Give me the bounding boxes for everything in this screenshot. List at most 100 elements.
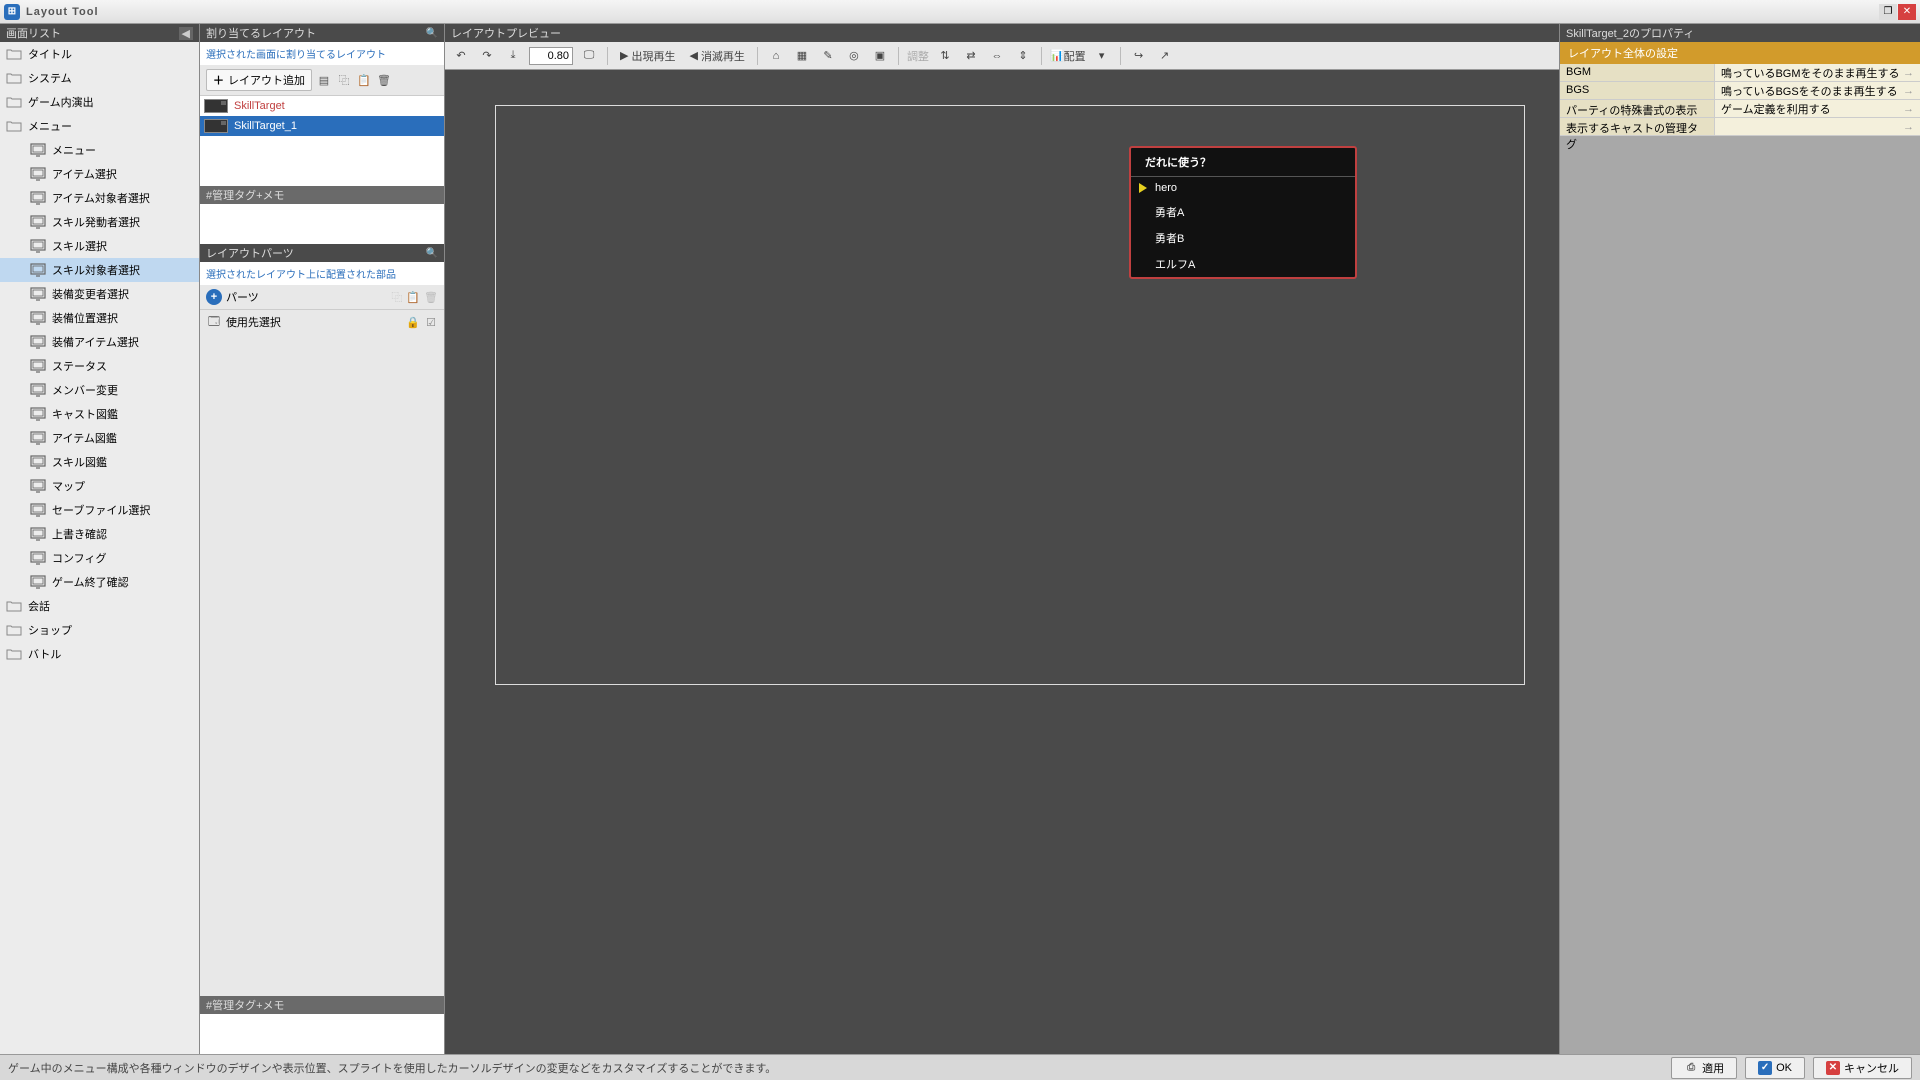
tree-folder[interactable]: ゲーム内演出: [0, 90, 199, 114]
checkbox-icon[interactable]: ☑: [426, 316, 436, 329]
preview-canvas-area[interactable]: だれに使う？ hero勇者A勇者BエルフA: [445, 70, 1559, 1054]
tree-screen[interactable]: ゲーム終了確認: [0, 570, 199, 594]
layout-list[interactable]: SkillTargetSkillTarget_1: [200, 96, 444, 186]
tree-screen[interactable]: スキル図鑑: [0, 450, 199, 474]
tree-folder[interactable]: タイトル: [0, 42, 199, 66]
zoom-fit-icon[interactable]: ⤓: [503, 46, 523, 66]
memo-header-1: #管理タグ+メモ: [200, 186, 444, 204]
tree-screen[interactable]: スキル対象者選択: [0, 258, 199, 282]
add-layout-button[interactable]: ＋レイアウト追加: [206, 69, 312, 91]
ok-button[interactable]: ✓OK: [1745, 1057, 1805, 1079]
redo-icon[interactable]: ↷: [477, 46, 497, 66]
memo-box-2[interactable]: [200, 1014, 444, 1054]
add-parts-button[interactable]: +: [206, 289, 222, 305]
paste-icon[interactable]: 📋: [406, 291, 420, 304]
tree-screen[interactable]: ステータス: [0, 354, 199, 378]
tree-screen[interactable]: アイテム選択: [0, 162, 199, 186]
game-target-window[interactable]: だれに使う？ hero勇者A勇者BエルフA: [1129, 146, 1357, 279]
property-row[interactable]: パーティの特殊書式の表示ゲーム定義を利用する→: [1560, 100, 1920, 118]
undo-icon[interactable]: ↶: [451, 46, 471, 66]
tree-item-label: 装備アイテム選択: [52, 334, 139, 350]
layout-item[interactable]: SkillTarget: [200, 96, 444, 116]
window-restore-button[interactable]: ❐: [1879, 4, 1897, 20]
property-row[interactable]: BGM鳴っているBGMをそのまま再生する→: [1560, 64, 1920, 82]
tree-screen[interactable]: アイテム図鑑: [0, 426, 199, 450]
screen-icon: [30, 359, 46, 373]
tree-screen[interactable]: キャスト図鑑: [0, 402, 199, 426]
screen-list-header-label: 画面リスト: [6, 25, 61, 41]
tree-folder[interactable]: ショップ: [0, 618, 199, 642]
tree-item-label: スキル対象者選択: [52, 262, 140, 278]
parts-item-usage[interactable]: 🗔 使用先選択 🔒 ☑: [200, 310, 444, 334]
export-icon[interactable]: ↗: [1155, 46, 1175, 66]
layout-thumb: [204, 119, 228, 133]
new-file-icon[interactable]: ▤: [316, 72, 332, 88]
layout-item[interactable]: SkillTarget_1: [200, 116, 444, 136]
pen-icon[interactable]: ✎: [818, 46, 838, 66]
game-window-item[interactable]: 勇者A: [1131, 199, 1355, 225]
zoom-input[interactable]: [529, 47, 573, 65]
property-row[interactable]: 表示するキャストの管理タグ→: [1560, 118, 1920, 136]
tree-folder[interactable]: バトル: [0, 642, 199, 666]
search-icon[interactable]: 🔍: [426, 28, 438, 39]
adjust-button[interactable]: 調整: [907, 46, 929, 66]
game-window-item[interactable]: hero: [1131, 177, 1355, 199]
tree-screen[interactable]: アイテム対象者選択: [0, 186, 199, 210]
swap-icon[interactable]: ⇄: [961, 46, 981, 66]
usage-label: 使用先選択: [226, 314, 281, 330]
screen-list-header: 画面リスト ◀: [0, 24, 199, 42]
search-icon[interactable]: 🔍: [426, 248, 438, 259]
tree-folder[interactable]: メニュー: [0, 114, 199, 138]
property-row[interactable]: BGS鳴っているBGSをそのまま再生する→: [1560, 82, 1920, 100]
apply-button[interactable]: ⎙適用: [1671, 1057, 1737, 1079]
play-appear-button[interactable]: ▶ 出現再生: [616, 46, 679, 66]
folder-icon: [6, 95, 22, 109]
home-icon[interactable]: ⌂: [766, 46, 786, 66]
grid-icon[interactable]: ▦: [792, 46, 812, 66]
import-icon[interactable]: ↪: [1129, 46, 1149, 66]
fit-v-icon[interactable]: ⇕: [1013, 46, 1033, 66]
collapse-icon[interactable]: ◀: [179, 27, 193, 40]
tree-screen[interactable]: 装備位置選択: [0, 306, 199, 330]
tree-screen[interactable]: 上書き確認: [0, 522, 199, 546]
prop-value[interactable]: 鳴っているBGMをそのまま再生する→: [1715, 64, 1920, 81]
tree-screen[interactable]: 装備アイテム選択: [0, 330, 199, 354]
monitor-icon[interactable]: 🖵: [579, 46, 599, 66]
screen-list[interactable]: タイトルシステムゲーム内演出メニューメニューアイテム選択アイテム対象者選択スキル…: [0, 42, 199, 1054]
window-close-button[interactable]: ✕: [1898, 4, 1916, 20]
tree-folder[interactable]: 会話: [0, 594, 199, 618]
delete-icon[interactable]: 🗑: [424, 291, 438, 304]
game-window-item[interactable]: エルフA: [1131, 251, 1355, 277]
tree-screen[interactable]: メニュー: [0, 138, 199, 162]
tree-screen[interactable]: 装備変更者選択: [0, 282, 199, 306]
copy-icon[interactable]: ⿻: [336, 72, 352, 88]
parts-list[interactable]: 🗔 使用先選択 🔒 ☑: [200, 310, 444, 996]
fit-h-icon[interactable]: ⇔: [987, 46, 1007, 66]
footer: ゲーム中のメニュー構成や各種ウィンドウのデザインや表示位置、スプライトを使用した…: [0, 1054, 1920, 1080]
lock-icon[interactable]: 🔒: [406, 316, 420, 329]
tree-screen[interactable]: スキル選択: [0, 234, 199, 258]
prop-value[interactable]: →: [1715, 118, 1920, 135]
tree-item-label: マップ: [52, 478, 85, 494]
prop-value[interactable]: 鳴っているBGSをそのまま再生する→: [1715, 82, 1920, 99]
game-window-item[interactable]: 勇者B: [1131, 225, 1355, 251]
tree-folder[interactable]: システム: [0, 66, 199, 90]
tree-screen[interactable]: スキル発動者選択: [0, 210, 199, 234]
tree-screen[interactable]: マップ: [0, 474, 199, 498]
tree-screen[interactable]: コンフィグ: [0, 546, 199, 570]
arrange-button[interactable]: 📊 配置: [1050, 46, 1086, 66]
play-disappear-button[interactable]: ◀ 消滅再生: [685, 46, 748, 66]
tree-screen[interactable]: セーブファイル選択: [0, 498, 199, 522]
tree-screen[interactable]: メンバー変更: [0, 378, 199, 402]
delete-icon[interactable]: 🗑: [376, 72, 392, 88]
prop-value[interactable]: ゲーム定義を利用する→: [1715, 100, 1920, 117]
badge-icon[interactable]: ▣: [870, 46, 890, 66]
flip-v-icon[interactable]: ⇅: [935, 46, 955, 66]
dropdown-icon[interactable]: ▾: [1092, 46, 1112, 66]
target-icon[interactable]: ◎: [844, 46, 864, 66]
paste-icon[interactable]: 📋: [356, 72, 372, 88]
memo-box-1[interactable]: [200, 204, 444, 244]
cancel-button[interactable]: ✕キャンセル: [1813, 1057, 1912, 1079]
assign-hint: 選択された画面に割り当てるレイアウト: [200, 42, 444, 65]
copy-icon[interactable]: ⿻: [391, 289, 402, 305]
